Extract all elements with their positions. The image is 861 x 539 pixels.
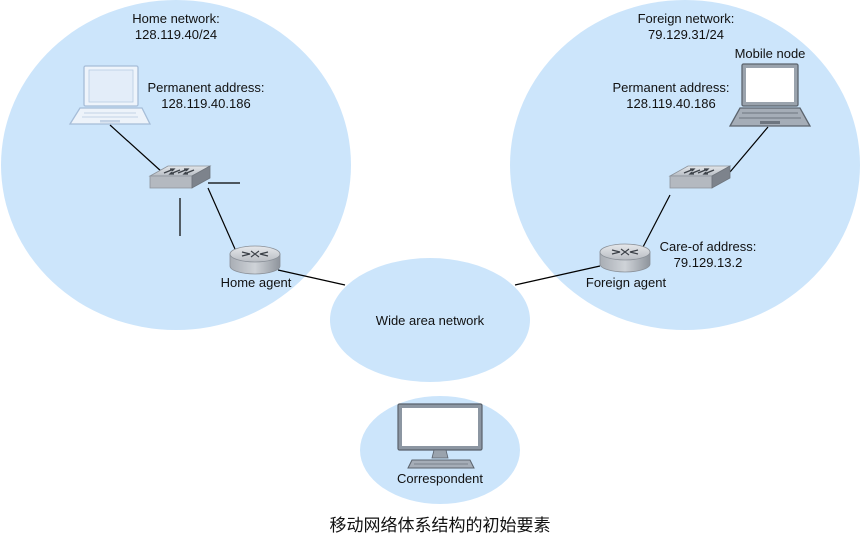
home-permanent-label: Permanent address: [147, 80, 264, 95]
foreign-network-region [510, 0, 860, 330]
diagram-canvas: Home network: 128.119.40/24 Permanent ad… [0, 0, 861, 539]
care-of-label: Care-of address: [660, 239, 757, 254]
foreign-permanent-label: Permanent address: [612, 80, 729, 95]
mobile-network-diagram: Home network: 128.119.40/24 Permanent ad… [1, 0, 860, 536]
router-icon [599, 243, 651, 273]
correspondent-label: Correspondent [397, 471, 483, 486]
laptop-icon [728, 63, 812, 127]
mobile-node-label: Mobile node [735, 46, 806, 61]
router-icon [229, 245, 281, 275]
home-network-subnet: 128.119.40/24 [135, 27, 217, 42]
home-agent-label: Home agent [221, 275, 292, 290]
foreign-permanent-address: 128.119.40.186 [626, 96, 715, 111]
care-of-address: 79.129.13.2 [674, 255, 743, 270]
wan-label: Wide area network [376, 313, 485, 328]
foreign-network-title: Foreign network: [638, 11, 735, 26]
foreign-agent-label: Foreign agent [586, 275, 667, 290]
home-network-title: Home network: [132, 11, 219, 26]
home-network-region [1, 0, 351, 330]
figure-caption: 移动网络体系结构的初始要素 [330, 516, 551, 536]
home-permanent-address: 128.119.40.186 [161, 96, 250, 111]
foreign-network-subnet: 79.129.31/24 [648, 27, 724, 42]
